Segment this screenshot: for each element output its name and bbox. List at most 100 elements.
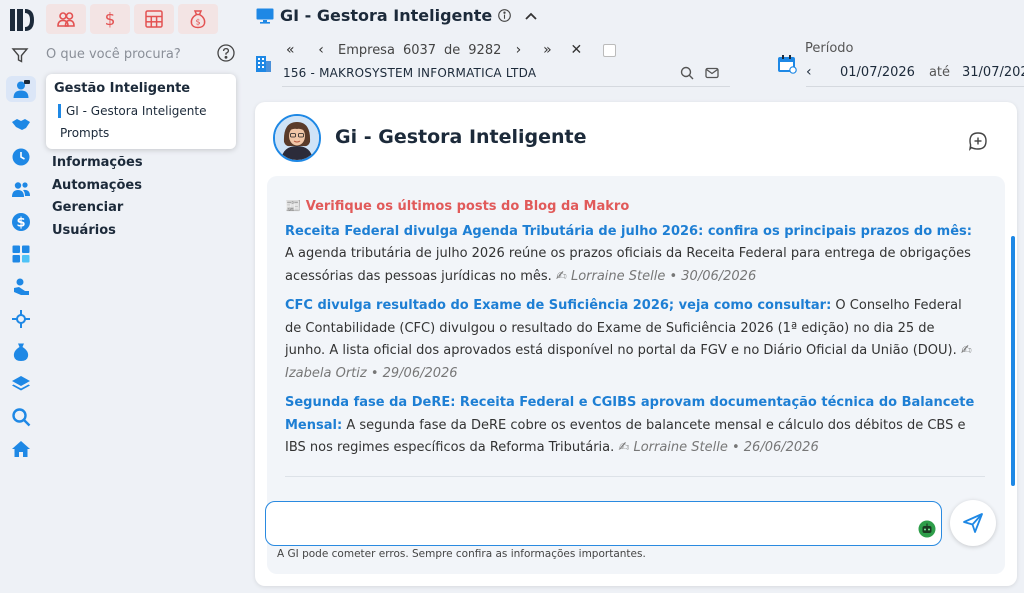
rail-item-usuarios[interactable] [6, 173, 36, 206]
chat-card: Gi - Gestora Inteligente 📰 Verifique os … [255, 102, 1017, 586]
svg-text:$: $ [105, 10, 116, 29]
quick-tab-calculator[interactable] [134, 4, 174, 34]
money-bag-icon [13, 343, 29, 361]
help-icon[interactable] [217, 44, 235, 62]
rail-item-calculadora[interactable] [6, 238, 36, 271]
blog-post-meta: ✍ Lorraine Stelle • 26/06/2026 [618, 440, 819, 455]
calculator-icon [12, 245, 30, 263]
submenu-item-gi[interactable]: GI - Gestora Inteligente [58, 104, 206, 118]
company-name[interactable]: 156 - MAKROSYSTEM INFORMATICA LTDA [283, 66, 536, 80]
svg-text:$: $ [195, 18, 200, 27]
page-title: GI - Gestora Inteligente [280, 6, 493, 25]
feed-scrollbar[interactable] [1011, 236, 1015, 486]
menu-item-usuarios[interactable]: Usuários [52, 222, 143, 245]
mail-icon[interactable] [705, 66, 719, 80]
prev-company-button[interactable]: ‹ [308, 42, 334, 58]
gi-assistant-icon [13, 80, 30, 98]
rail-item-cobranca[interactable] [6, 271, 36, 304]
empresa-current: 6037 [402, 42, 437, 58]
home-icon [12, 441, 30, 458]
period-start-date[interactable]: 01/07/2026 [840, 65, 915, 80]
rail-item-camadas[interactable] [6, 368, 36, 401]
clock-icon [12, 148, 30, 166]
empresa-label: Empresa [338, 42, 395, 58]
rail-item-inicio[interactable] [6, 433, 36, 466]
chevron-up-icon[interactable] [523, 8, 539, 24]
layers-icon [12, 376, 30, 391]
send-icon [963, 513, 983, 533]
menu-item-automacoes[interactable]: Automações [52, 177, 143, 200]
side-menu: Informações Automações Gerenciar Usuário… [52, 154, 143, 244]
prev-period-button[interactable]: ‹ [806, 64, 824, 80]
calendar-icon [778, 55, 797, 74]
blog-post: Segunda fase da DeRE: Receita Federal e … [285, 392, 975, 460]
quick-tabs: $ $ [46, 4, 218, 34]
users-icon [12, 182, 30, 198]
rail-item-consulta[interactable] [6, 401, 36, 434]
first-company-button[interactable]: « [286, 42, 308, 58]
network-icon [12, 310, 30, 329]
search-input[interactable] [46, 44, 216, 64]
blog-header: 📰 Verifique os últimos posts do Blog da … [285, 199, 630, 214]
search-icon [12, 408, 31, 427]
chat-message: 📰 Verifique os últimos posts do Blog da … [285, 196, 975, 467]
period-end-date[interactable]: 31/07/2026 [962, 65, 1024, 80]
periodo-range: ‹ 01/07/2026 até 31/07/2026 [806, 64, 1024, 80]
handshake-icon [12, 119, 30, 131]
left-icon-rail: $ [6, 76, 36, 466]
blog-post: CFC divulga resultado do Exame de Sufici… [285, 295, 975, 385]
info-icon[interactable] [498, 9, 512, 22]
last-company-button[interactable]: » [531, 42, 563, 58]
periodo-label: Período [805, 41, 854, 56]
send-button[interactable] [950, 500, 996, 546]
submenu-popup: Gestão Inteligente GI - Gestora Intelige… [46, 74, 236, 149]
assistant-portrait-icon [275, 116, 319, 160]
rail-item-agenda[interactable] [6, 141, 36, 174]
submenu-title: Gestão Inteligente [54, 81, 191, 96]
company-checkbox[interactable] [603, 43, 617, 57]
periodo-ate-label: até [928, 64, 950, 80]
blog-post: Receita Federal divulga Agenda Tributári… [285, 221, 975, 289]
menu-item-informacoes[interactable]: Informações [52, 154, 143, 177]
quick-tab-users[interactable] [46, 4, 86, 34]
next-company-button[interactable]: › [505, 42, 531, 58]
new-chat-icon[interactable] [968, 131, 988, 151]
close-company-button[interactable]: ✕ [563, 42, 589, 58]
quick-tab-money-bag[interactable]: $ [178, 4, 218, 34]
menu-item-gerenciar[interactable]: Gerenciar [52, 199, 143, 222]
empresa-of: de [444, 42, 461, 58]
building-icon [256, 56, 271, 72]
filter-icon[interactable] [11, 46, 29, 64]
disclaimer-text: A GI pode cometer erros. Sempre confira … [277, 548, 646, 560]
chat-title: Gi - Gestora Inteligente [335, 126, 587, 148]
svg-text:$: $ [16, 215, 25, 230]
blog-post-link[interactable]: CFC divulga resultado do Exame de Sufici… [285, 298, 831, 313]
gi-avatar [273, 114, 321, 162]
rail-item-integracoes[interactable] [6, 303, 36, 336]
empresa-total: 9282 [468, 42, 502, 58]
rail-item-tesouraria[interactable] [6, 336, 36, 369]
hand-coin-icon [14, 278, 29, 295]
quick-tab-financeiro[interactable]: $ [90, 4, 130, 34]
dollar-icon: $ [105, 10, 116, 29]
rail-item-financeiro[interactable]: $ [6, 206, 36, 239]
rail-item-gestao-inteligente[interactable] [6, 76, 36, 102]
blog-post-link[interactable]: Receita Federal divulga Agenda Tributári… [285, 224, 972, 239]
window-title-bar: GI - Gestora Inteligente [256, 6, 539, 25]
feed-divider [285, 476, 985, 477]
blog-post-meta: ✍ Lorraine Stelle • 30/06/2026 [555, 268, 757, 284]
bot-icon[interactable] [918, 520, 936, 538]
company-underline [282, 86, 730, 87]
calculator-icon [145, 10, 163, 28]
users-icon [57, 12, 75, 27]
monitor-icon [256, 8, 274, 24]
rail-item-parcerias[interactable] [6, 108, 36, 141]
chat-input[interactable] [265, 501, 942, 546]
submenu-item-prompts[interactable]: Prompts [60, 126, 109, 140]
makro-logo-icon [10, 9, 34, 31]
dollar-icon: $ [12, 212, 30, 231]
search-icon[interactable] [680, 66, 694, 80]
money-bag-icon: $ [190, 10, 206, 29]
empresa-navigator: « ‹ Empresa 6037 de 9282 › » ✕ [286, 42, 617, 58]
periodo-underline [806, 86, 1024, 87]
